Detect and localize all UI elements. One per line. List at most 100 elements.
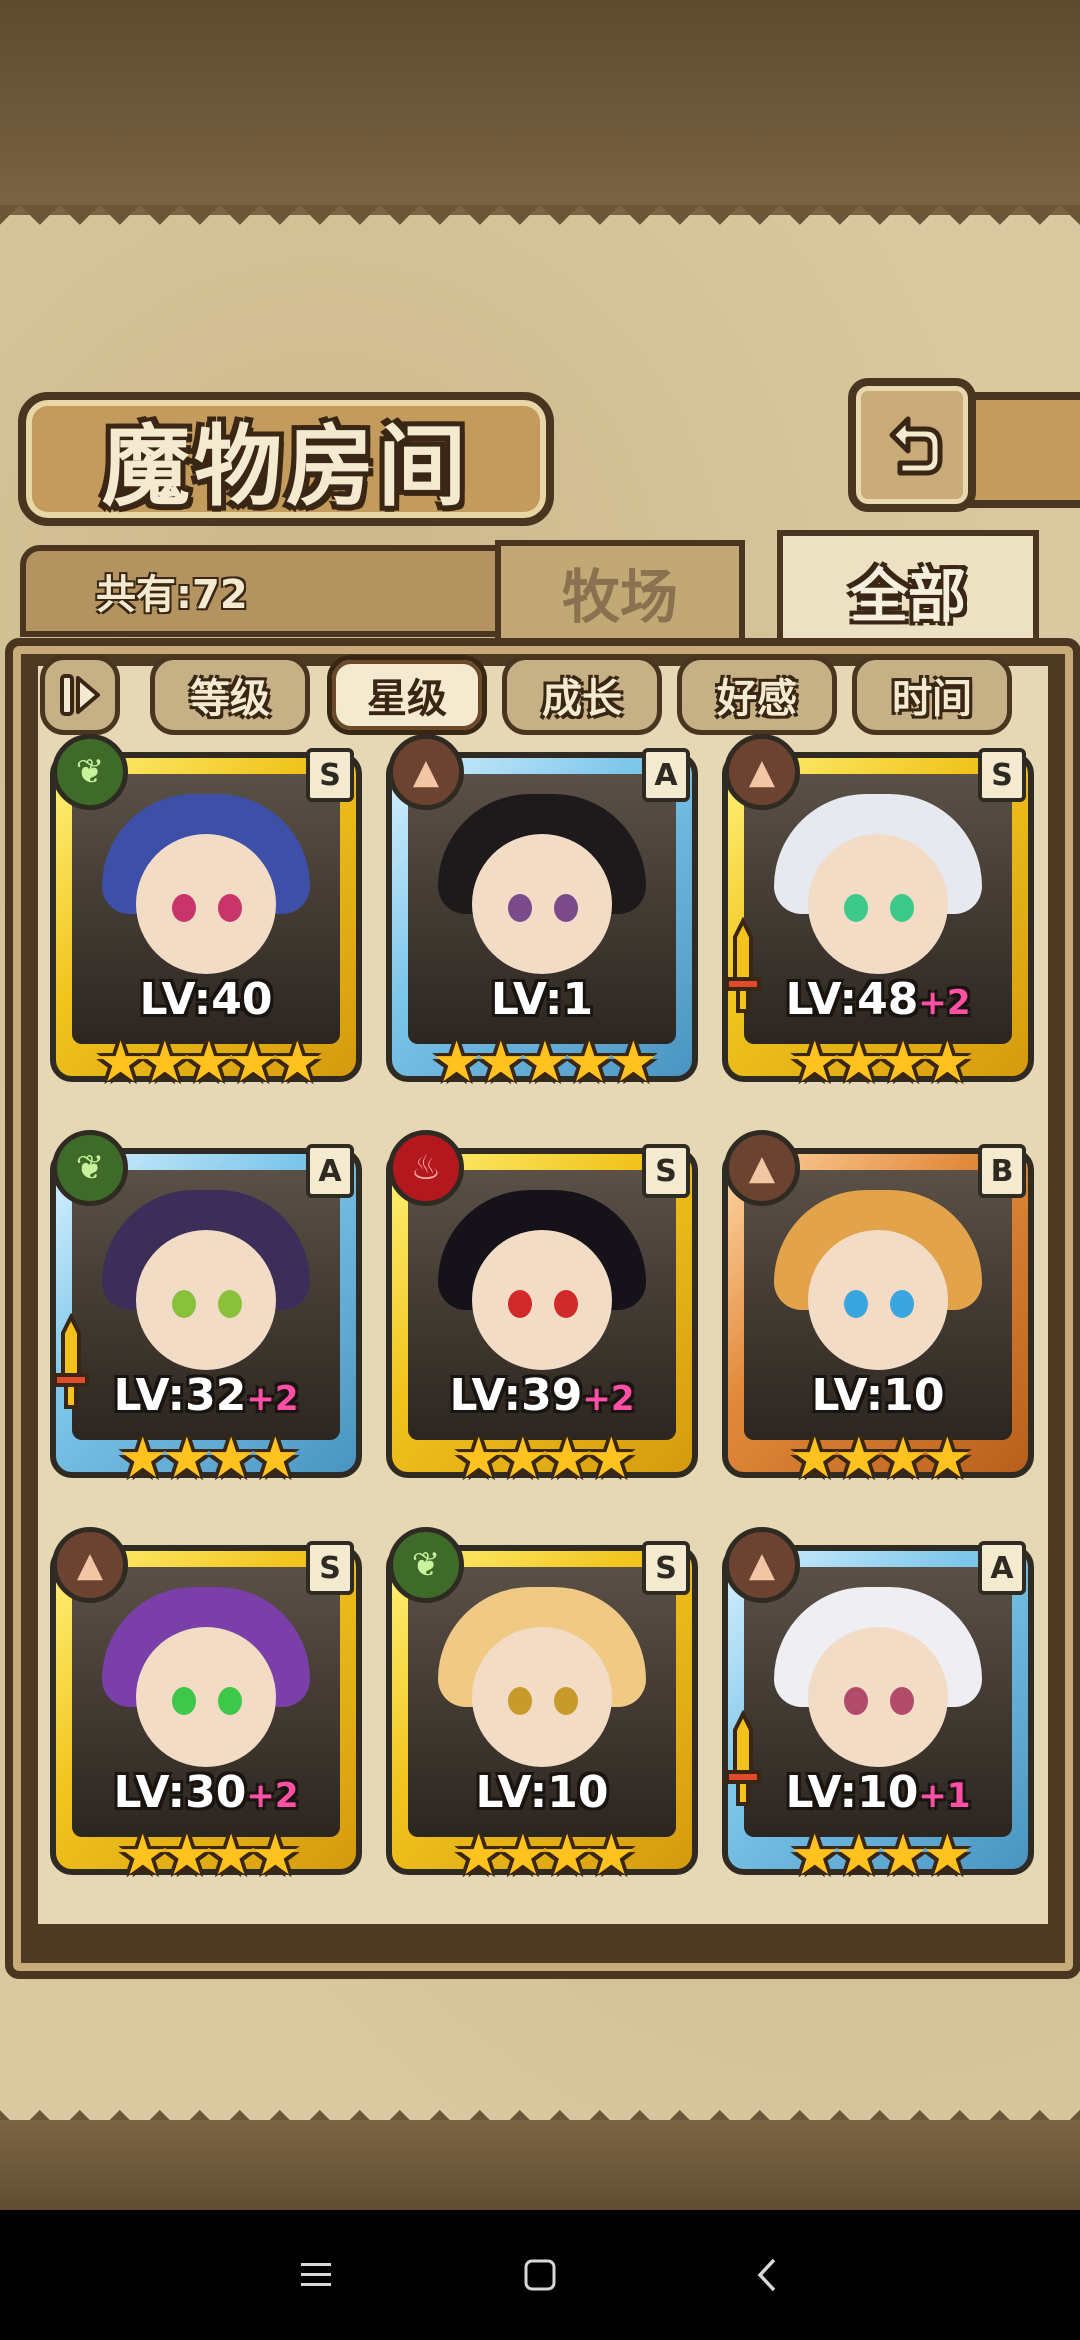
portrait-eye — [508, 894, 532, 922]
sword-icon — [53, 1313, 89, 1409]
portrait-eye — [844, 894, 868, 922]
monster-level: LV:39+2 — [386, 1370, 698, 1421]
filter-level[interactable]: 等级 — [150, 655, 310, 735]
rank-badge: B — [978, 1144, 1026, 1198]
monster-card[interactable]: LV:39+2 S ♨ ★★★★ — [386, 1130, 698, 1503]
portrait-eye — [554, 894, 578, 922]
back-chevron-icon — [757, 2258, 776, 2292]
monster-card[interactable]: LV:10 B ▲ ★★★★ — [722, 1130, 1034, 1503]
portrait-face — [136, 834, 276, 974]
star-rating: ★★★★ — [117, 1426, 301, 1491]
star-rating: ★★★★ — [117, 1823, 301, 1888]
monster-level: LV:10+1 — [722, 1767, 1034, 1818]
monster-card[interactable]: LV:10+1 A ▲ ★★★★ — [722, 1527, 1034, 1900]
monster-card[interactable]: LV:48+2 S ▲ ★★★★ — [722, 734, 1034, 1107]
monster-level: LV:10 — [386, 1767, 698, 1818]
menu-button[interactable] — [286, 2250, 346, 2300]
filter-time-label: 时间 — [892, 676, 972, 722]
filter-growth[interactable]: 成长 — [502, 655, 662, 735]
filter-star[interactable]: 星级 — [327, 655, 487, 735]
star-rating: ★★★★ — [789, 1030, 973, 1095]
monster-count: 共有:72 — [96, 572, 248, 618]
portrait-face — [472, 1627, 612, 1767]
star-rating: ★★★★ — [453, 1426, 637, 1491]
filter-time[interactable]: 时间 — [852, 655, 1012, 735]
filter-star-label: 星级 — [367, 676, 447, 722]
leaf-element-icon: ❦ — [52, 734, 128, 810]
tab-all[interactable]: 全部 — [777, 530, 1039, 646]
level-text: LV:10 — [785, 1767, 919, 1818]
home-square-icon — [524, 2259, 556, 2291]
rank-badge: S — [306, 748, 354, 802]
portrait-face — [136, 1627, 276, 1767]
filter-row: 等级 星级 成长 好感 时间 — [40, 655, 1040, 735]
star-rating: ★★★★ — [453, 1823, 637, 1888]
rank-badge: A — [978, 1541, 1026, 1595]
portrait-eye — [890, 1687, 914, 1715]
star-rating: ★★★★ — [789, 1426, 973, 1491]
rank-badge: S — [306, 1541, 354, 1595]
monster-card[interactable]: LV:40 S ❦ ★★★★★ — [50, 734, 362, 1107]
monster-card[interactable]: LV:30+2 S ▲ ★★★★ — [50, 1527, 362, 1900]
portrait-eye — [172, 894, 196, 922]
top-background — [0, 0, 1080, 215]
tab-ranch[interactable]: 牧场 — [495, 540, 745, 638]
portrait-eye — [218, 1290, 242, 1318]
monster-card[interactable]: LV:32+2 A ❦ ★★★★ — [50, 1130, 362, 1503]
title-banner: 魔物房间 — [18, 392, 554, 526]
earth-element-icon: ▲ — [52, 1527, 128, 1603]
portrait-eye — [172, 1687, 196, 1715]
monster-level: LV:10 — [722, 1370, 1034, 1421]
level-text: LV:10 — [811, 1370, 945, 1421]
level-text: LV:1 — [490, 974, 594, 1025]
monster-count-bar: 共有:72 — [20, 545, 512, 637]
star-rating: ★★★★ — [789, 1823, 973, 1888]
tab-ranch-label: 牧场 — [561, 563, 678, 631]
portrait-face — [136, 1230, 276, 1370]
sort-order-button[interactable] — [40, 655, 120, 735]
rank-badge: S — [642, 1144, 690, 1198]
torn-edge-top — [0, 205, 1080, 245]
level-plus: +2 — [246, 1776, 299, 1816]
portrait-face — [472, 1230, 612, 1370]
monster-card[interactable]: LV:1 A ▲ ★★★★★ — [386, 734, 698, 1107]
level-text: LV:10 — [475, 1767, 609, 1818]
monster-level: LV:1 — [386, 974, 698, 1025]
filter-level-label: 等级 — [190, 676, 270, 722]
level-text: LV:30 — [113, 1767, 247, 1818]
level-plus: +2 — [246, 1379, 299, 1419]
filter-affection[interactable]: 好感 — [677, 655, 837, 735]
portrait-eye — [218, 1687, 242, 1715]
level-plus: +2 — [918, 983, 971, 1023]
monster-card[interactable]: LV:10 S ❦ ★★★★ — [386, 1527, 698, 1900]
level-text: LV:39 — [449, 1370, 583, 1421]
star-rating: ★★★★★ — [431, 1030, 658, 1095]
back-button[interactable] — [848, 378, 976, 512]
portrait-eye — [554, 1687, 578, 1715]
filter-affection-label: 好感 — [717, 676, 797, 722]
sword-icon — [725, 917, 761, 1013]
level-plus: +1 — [918, 1776, 971, 1816]
rank-badge: S — [642, 1541, 690, 1595]
portrait-eye — [890, 1290, 914, 1318]
portrait-eye — [844, 1290, 868, 1318]
tab-all-label: 全部 — [849, 562, 966, 630]
portrait-eye — [172, 1290, 196, 1318]
return-arrow-icon — [889, 416, 943, 476]
rank-badge: A — [306, 1144, 354, 1198]
back-nav-button[interactable] — [737, 2250, 797, 2300]
level-text: LV:48 — [785, 974, 919, 1025]
portrait-eye — [890, 894, 914, 922]
monster-level: LV:30+2 — [50, 1767, 362, 1818]
earth-element-icon: ▲ — [388, 734, 464, 810]
portrait-eye — [508, 1290, 532, 1318]
leaf-element-icon: ❦ — [388, 1527, 464, 1603]
earth-element-icon: ▲ — [724, 1527, 800, 1603]
sword-icon — [725, 1710, 761, 1806]
home-button[interactable] — [510, 2250, 570, 2300]
portrait-eye — [508, 1687, 532, 1715]
leaf-element-icon: ❦ — [52, 1130, 128, 1206]
bottom-background — [0, 2120, 1080, 2220]
level-plus: +2 — [582, 1379, 635, 1419]
rank-badge: A — [642, 748, 690, 802]
